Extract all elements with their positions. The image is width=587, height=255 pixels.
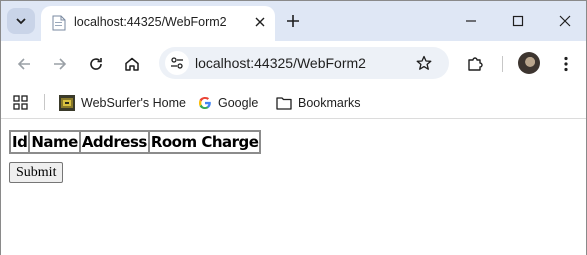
page-favicon-icon bbox=[52, 15, 66, 31]
close-icon bbox=[255, 17, 265, 27]
table-header-row: Id Name Address Room Charge bbox=[10, 131, 261, 153]
data-grid: Id Name Address Room Charge bbox=[9, 130, 262, 154]
bookmark-google[interactable]: Google bbox=[198, 93, 258, 113]
more-vertical-icon bbox=[564, 56, 568, 72]
address-bar[interactable]: localhost:44325/WebForm2 bbox=[159, 47, 449, 79]
plus-icon bbox=[287, 15, 299, 27]
active-tab[interactable]: localhost:44325/WebForm2 bbox=[41, 6, 275, 41]
page-viewport: Id Name Address Room Charge Submit bbox=[1, 120, 586, 255]
bookmarks-bar: WebSurfer's Home Google Bookmarks bbox=[1, 87, 586, 119]
close-window-icon bbox=[559, 15, 571, 27]
bookmark-label: WebSurfer's Home bbox=[81, 96, 186, 110]
star-icon bbox=[416, 55, 432, 70]
back-button[interactable] bbox=[12, 52, 36, 76]
reload-button[interactable] bbox=[84, 52, 108, 76]
new-tab-button[interactable] bbox=[283, 11, 303, 31]
apps-grid-icon bbox=[13, 95, 28, 110]
google-icon bbox=[199, 97, 211, 109]
extensions-button[interactable] bbox=[463, 52, 487, 76]
column-header-name: Name bbox=[29, 131, 80, 153]
url-text: localhost:44325/WebForm2 bbox=[195, 55, 366, 71]
minimize-icon bbox=[466, 20, 476, 22]
bookmark-folder-bookmarks[interactable]: Bookmarks bbox=[276, 93, 361, 113]
tab-title: localhost:44325/WebForm2 bbox=[74, 15, 227, 29]
tab-strip: localhost:44325/WebForm2 bbox=[1, 1, 586, 41]
reload-icon bbox=[90, 58, 102, 70]
websurfer-favicon-icon bbox=[59, 95, 75, 111]
tab-close-button[interactable] bbox=[250, 12, 270, 32]
puzzle-icon bbox=[468, 57, 483, 71]
column-header-address: Address bbox=[79, 131, 149, 153]
browser-toolbar: localhost:44325/WebForm2 bbox=[1, 41, 586, 87]
home-icon bbox=[125, 57, 139, 71]
minimize-button[interactable] bbox=[457, 8, 485, 34]
bookmarks-divider bbox=[44, 94, 45, 110]
column-header-room-charge: Room Charge bbox=[148, 131, 261, 153]
bookmark-label: Google bbox=[218, 96, 259, 110]
site-info-button[interactable] bbox=[165, 51, 189, 75]
submit-button[interactable]: Submit bbox=[9, 162, 64, 183]
maximize-button[interactable] bbox=[504, 8, 532, 34]
bookmark-websurfer-home[interactable]: WebSurfer's Home bbox=[59, 93, 186, 113]
toolbar-divider bbox=[502, 56, 503, 72]
back-arrow-icon bbox=[17, 58, 30, 70]
close-window-button[interactable] bbox=[551, 8, 579, 34]
maximize-icon bbox=[512, 15, 524, 27]
folder-icon bbox=[276, 97, 292, 110]
bookmark-label: Bookmarks bbox=[298, 96, 361, 110]
tune-icon bbox=[171, 57, 183, 69]
browser-menu-button[interactable] bbox=[554, 52, 578, 76]
apps-button[interactable] bbox=[13, 93, 29, 113]
tab-search-button[interactable] bbox=[7, 8, 35, 34]
column-header-id: Id bbox=[10, 131, 30, 153]
chevron-down-icon bbox=[16, 18, 26, 25]
forward-arrow-icon bbox=[54, 58, 67, 70]
home-button[interactable] bbox=[120, 52, 144, 76]
forward-button[interactable] bbox=[48, 52, 72, 76]
bookmark-star-button[interactable] bbox=[413, 52, 435, 74]
profile-avatar[interactable] bbox=[518, 52, 540, 74]
